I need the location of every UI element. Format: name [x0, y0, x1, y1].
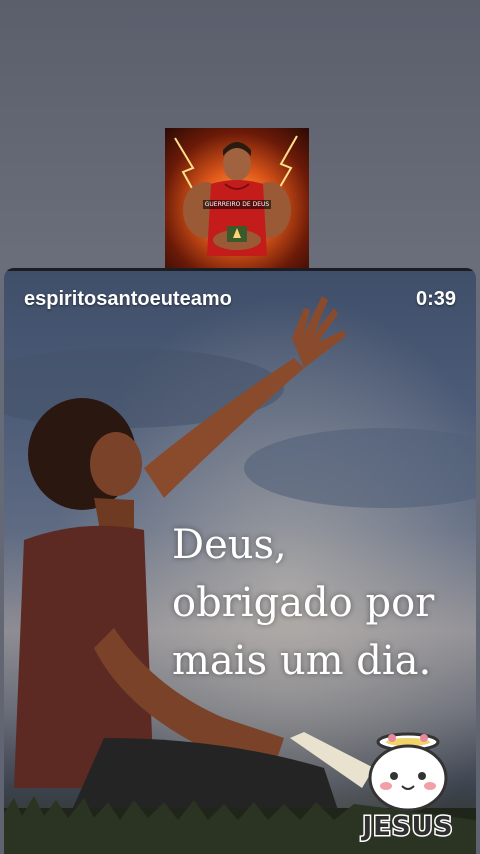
video-player[interactable]: espiritosantoeuteamo 0:39 Deus, obrigado…	[4, 268, 476, 854]
caption-line: mais um dia.	[172, 638, 432, 684]
caption-line: obrigado por	[172, 580, 435, 626]
cute-face-icon	[368, 732, 448, 812]
thumbnail-label: GUERREIRO DE DEUS	[203, 200, 271, 209]
jesus-sticker: JESUS	[350, 724, 466, 844]
profile-thumbnail[interactable]: GUERREIRO DE DEUS	[165, 128, 309, 272]
video-caption: Deus, obrigado por mais um dia.	[172, 516, 434, 690]
video-timer: 0:39	[415, 288, 456, 310]
channel-username[interactable]: espiritosantoeuteamo	[24, 288, 232, 311]
sticker-text: JESUS	[361, 811, 454, 844]
card-top-edge	[4, 268, 476, 271]
caption-line: Deus,	[172, 522, 287, 568]
